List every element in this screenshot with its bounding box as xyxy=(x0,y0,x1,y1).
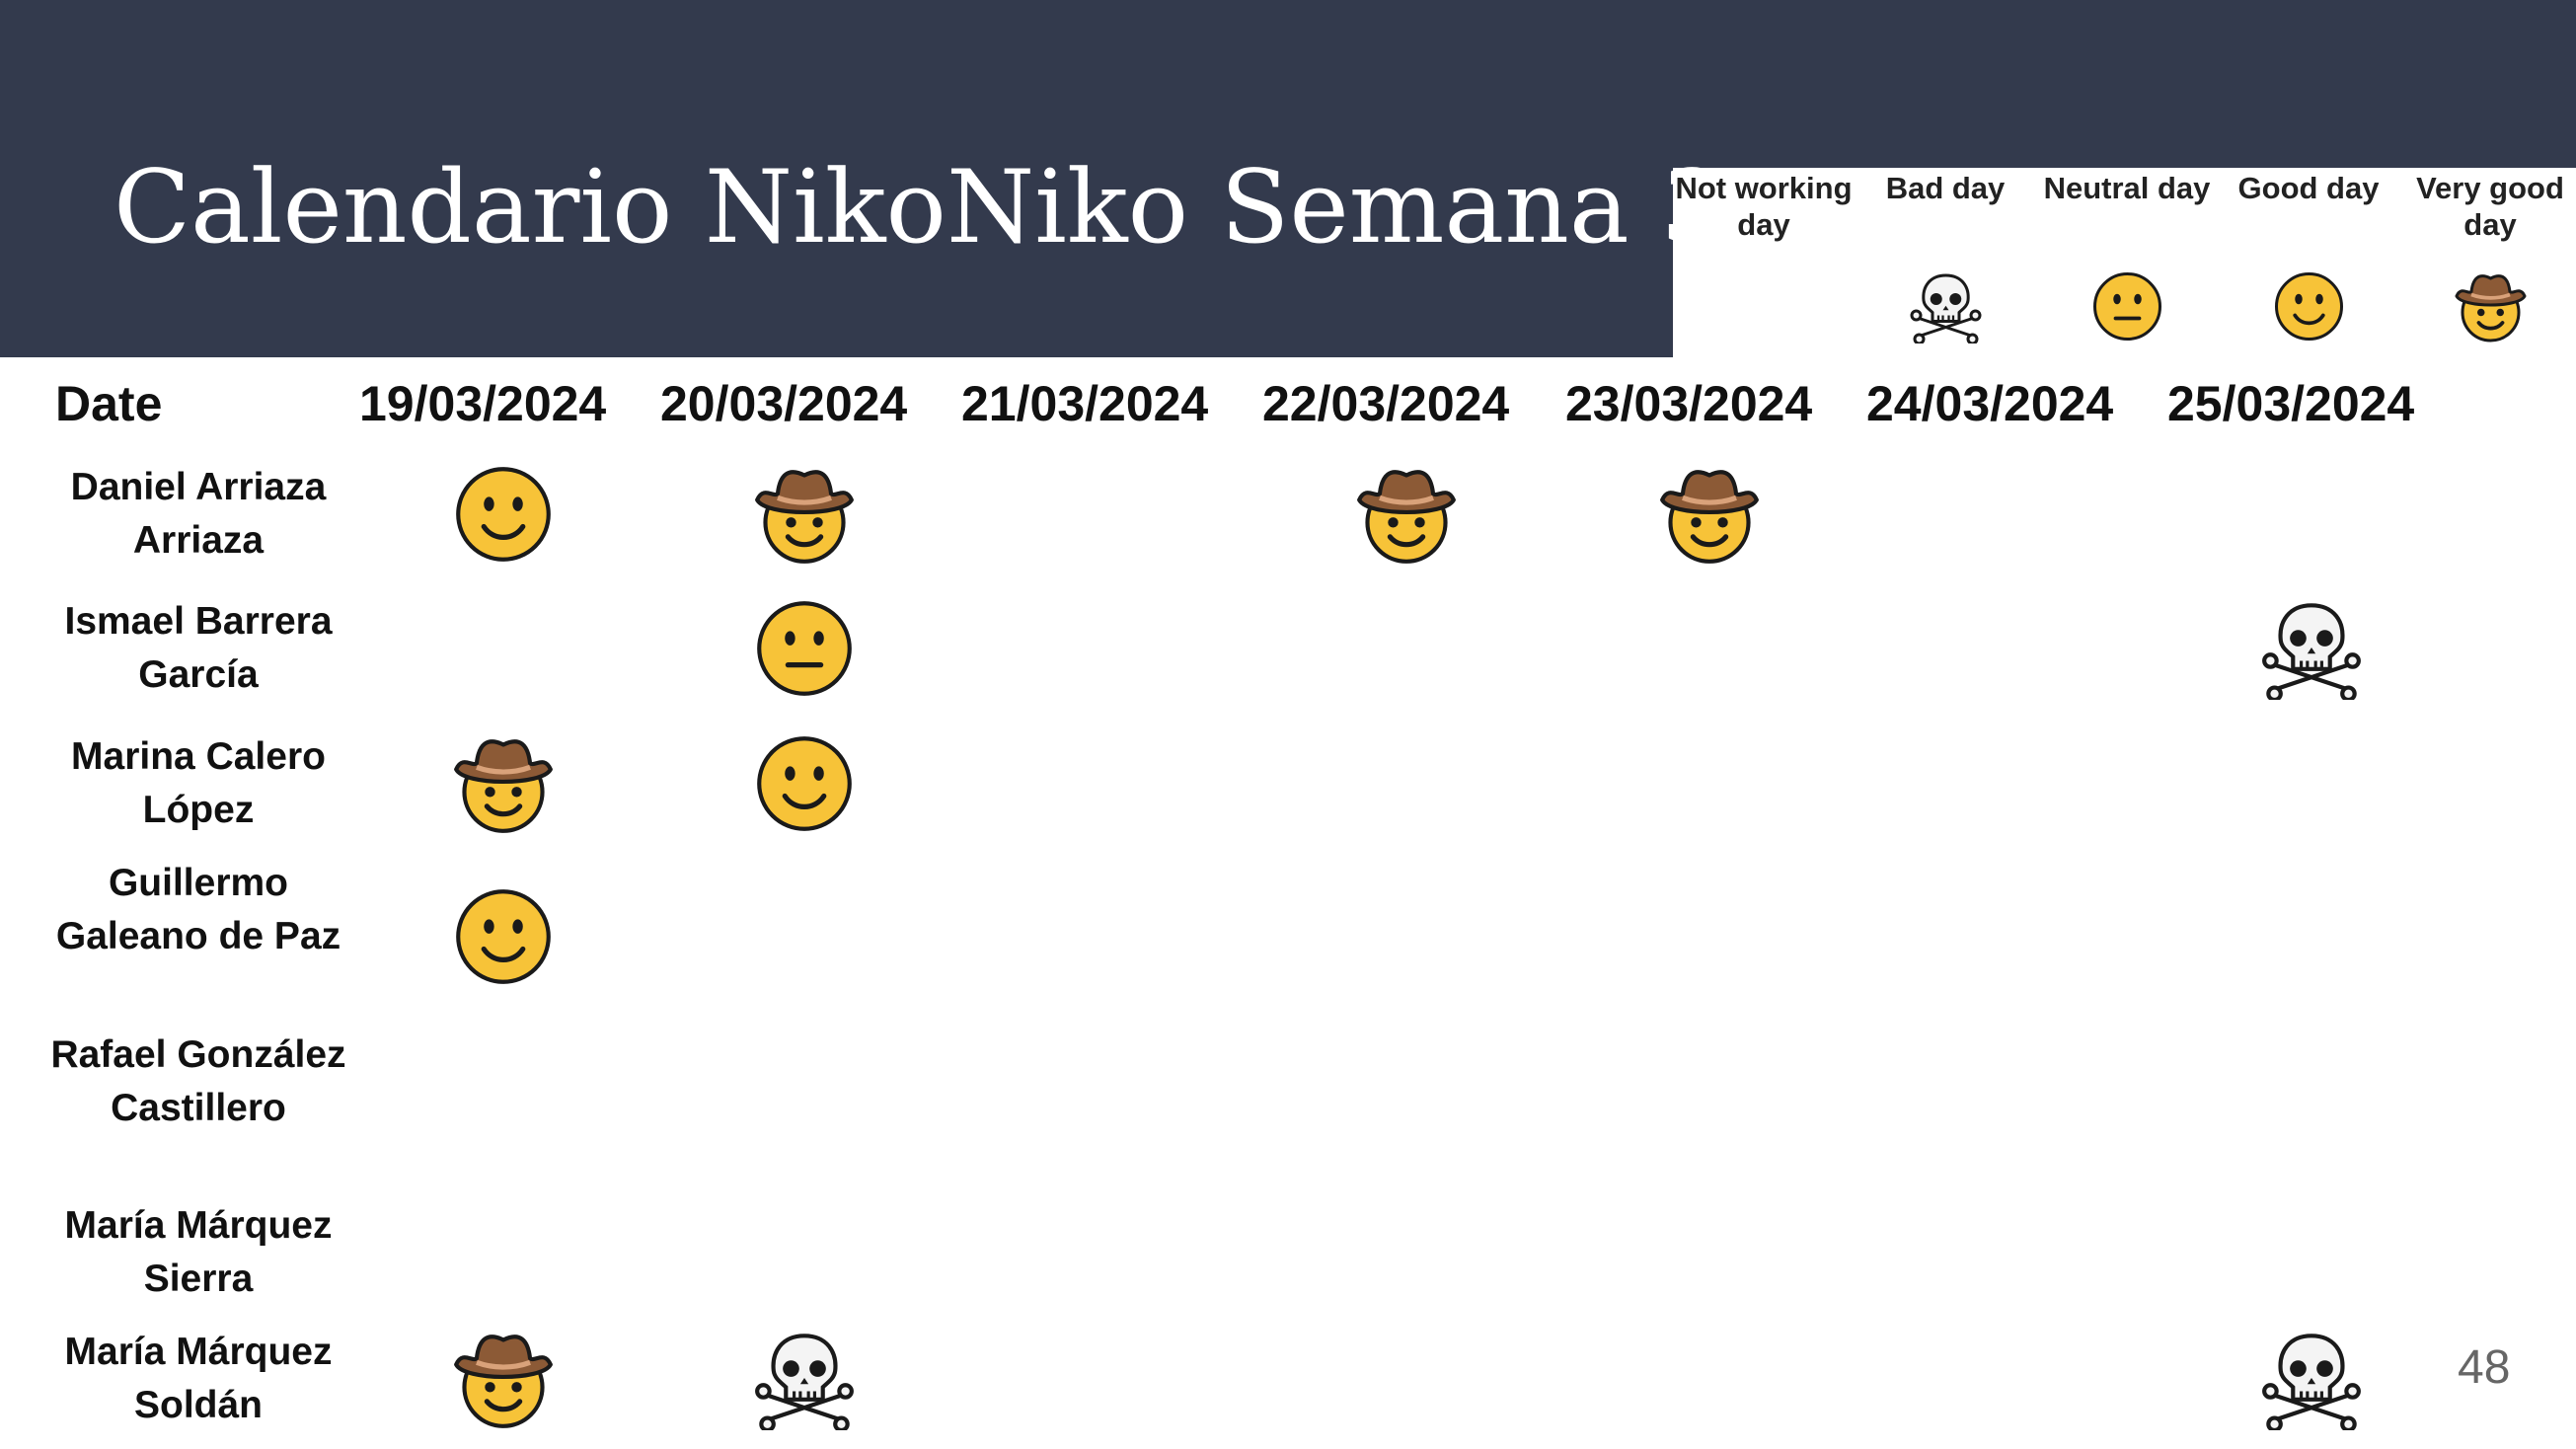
legend-good-day: Good day xyxy=(2218,168,2399,341)
row-name: María Márquez Sierra xyxy=(64,1204,333,1300)
legend-bad-day: Bad day xyxy=(1855,168,2036,343)
smile-face-icon xyxy=(452,463,555,566)
skull-crossbones-icon xyxy=(2260,1328,2363,1430)
cowboy-face-icon xyxy=(1355,463,1458,566)
neutral-face-icon xyxy=(2090,269,2164,343)
row-name: Ismael Barrera García xyxy=(64,600,333,696)
smile-face-icon xyxy=(753,732,856,835)
row-name: María Márquez Soldán xyxy=(64,1331,333,1426)
cowboy-face-icon xyxy=(452,732,555,835)
legend-not-working: Not working day xyxy=(1675,171,1853,242)
cowboy-face-icon xyxy=(1658,463,1761,566)
neutral-face-icon xyxy=(753,597,856,700)
legend-neutral-day: Neutral day xyxy=(2036,168,2218,341)
row-name: Rafael González Castillero xyxy=(50,1033,346,1129)
smile-face-icon xyxy=(2272,269,2346,343)
skull-crossbones-icon xyxy=(1909,269,1983,343)
date-header-2: 20/03/2024 xyxy=(660,376,908,431)
row-name: Daniel Arriaza Arriaza xyxy=(70,466,327,562)
date-header-3: 21/03/2024 xyxy=(961,376,1209,431)
cowboy-face-icon xyxy=(452,1328,555,1430)
date-header-1: 19/03/2024 xyxy=(359,376,607,431)
cowboy-face-icon xyxy=(753,463,856,566)
date-header-7: 25/03/2024 xyxy=(2167,376,2415,431)
cowboy-face-icon xyxy=(2454,269,2528,343)
mood-legend: Not working day Bad day Neutral day Good… xyxy=(1673,168,2576,357)
date-header-4: 22/03/2024 xyxy=(1262,376,1510,431)
row-name: Marina Calero López xyxy=(71,735,326,831)
page-number: 48 xyxy=(2458,1341,2511,1394)
skull-crossbones-icon xyxy=(2260,597,2363,700)
row-name: Guillermo Galeano de Paz xyxy=(55,862,341,957)
smile-face-icon xyxy=(452,885,555,988)
skull-crossbones-icon xyxy=(753,1328,856,1430)
date-header-6: 24/03/2024 xyxy=(1866,376,2114,431)
date-column-header: Date xyxy=(55,376,163,431)
legend-very-good-day: Very good day xyxy=(2399,168,2576,343)
date-header-5: 23/03/2024 xyxy=(1565,376,1813,431)
slide-title: Calendario NikoNiko Semana 3 xyxy=(114,149,1726,267)
title-band: Calendario NikoNiko Semana 3 xyxy=(0,0,1725,357)
